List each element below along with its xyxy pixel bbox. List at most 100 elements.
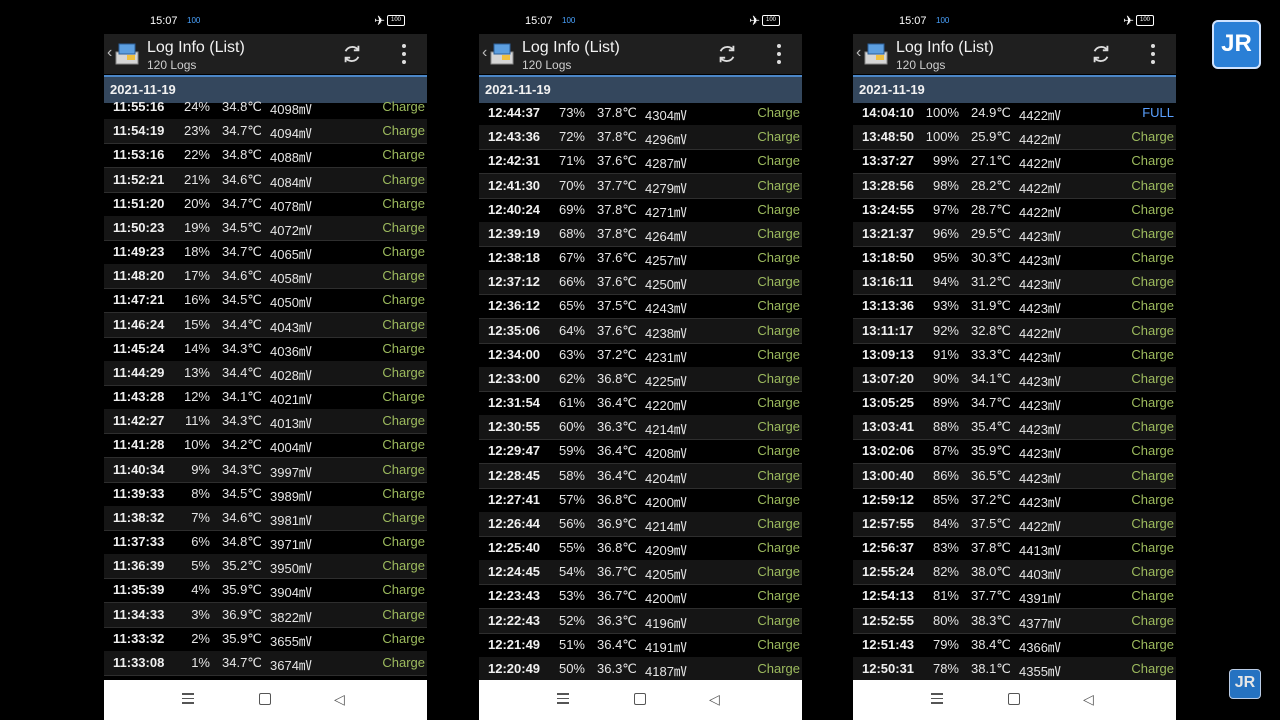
log-row[interactable]: 14:04:10 100% 24.9℃ 4422㎷ FULL — [853, 101, 1176, 126]
log-row[interactable]: 11:43:28 12% 34.1℃ 4021㎷ Charge — [104, 385, 427, 410]
recent-apps-icon[interactable] — [931, 693, 943, 705]
log-row[interactable]: 12:37:12 66% 37.6℃ 4250㎷ Charge — [479, 270, 802, 296]
log-row[interactable]: 11:46:24 15% 34.4℃ 4043㎷ Charge — [104, 312, 427, 338]
refresh-icon[interactable] — [1090, 43, 1112, 65]
log-row[interactable]: 12:34:00 63% 37.2℃ 4231㎷ Charge — [479, 343, 802, 368]
log-row[interactable]: 11:49:23 18% 34.7℃ 4065㎷ Charge — [104, 240, 427, 265]
refresh-icon[interactable] — [716, 43, 738, 65]
log-row[interactable]: 12:26:44 56% 36.9℃ 4214㎷ Charge — [479, 511, 802, 537]
home-icon[interactable] — [634, 693, 646, 705]
log-row[interactable]: 13:02:06 87% 35.9℃ 4423㎷ Charge — [853, 439, 1176, 465]
log-row[interactable]: 12:23:43 53% 36.7℃ 4200㎷ Charge — [479, 584, 802, 610]
log-row[interactable]: 13:18:50 95% 30.3℃ 4423㎷ Charge — [853, 246, 1176, 271]
log-row[interactable]: 11:45:24 14% 34.3℃ 4036㎷ Charge — [104, 337, 427, 362]
log-row[interactable]: 11:54:19 23% 34.7℃ 4094㎷ Charge — [104, 119, 427, 145]
home-icon[interactable] — [259, 693, 271, 705]
log-row[interactable]: 11:50:23 19% 34.5℃ 4072㎷ Charge — [104, 215, 427, 241]
log-row[interactable]: 12:44:37 73% 37.8℃ 4304㎷ Charge — [479, 101, 802, 126]
back-chevron-icon[interactable]: ‹ — [482, 44, 487, 62]
log-row[interactable]: 12:41:30 70% 37.7℃ 4279㎷ Charge — [479, 173, 802, 199]
home-icon[interactable] — [1008, 693, 1020, 705]
refresh-icon[interactable] — [341, 43, 363, 65]
log-row[interactable]: 12:28:45 58% 36.4℃ 4204㎷ Charge — [479, 463, 802, 489]
log-row[interactable]: 11:40:34 9% 34.3℃ 3997㎷ Charge — [104, 457, 427, 483]
log-row[interactable]: 12:56:37 83% 37.8℃ 4413㎷ Charge — [853, 536, 1176, 562]
back-icon[interactable]: ◁ — [1083, 691, 1094, 708]
log-row[interactable]: 12:27:41 57% 36.8℃ 4200㎷ Charge — [479, 488, 802, 513]
log-row[interactable]: 13:16:11 94% 31.2℃ 4423㎷ Charge — [853, 270, 1176, 296]
more-options-icon[interactable] — [401, 44, 407, 64]
log-row[interactable]: 11:33:08 1% 34.7℃ 3674㎷ Charge — [104, 650, 427, 676]
log-row[interactable]: 12:59:12 85% 37.2℃ 4423㎷ Charge — [853, 488, 1176, 513]
log-row[interactable]: 13:07:20 90% 34.1℃ 4423㎷ Charge — [853, 366, 1176, 392]
log-row[interactable]: 12:25:40 55% 36.8℃ 4209㎷ Charge — [479, 536, 802, 562]
log-row[interactable]: 13:13:36 93% 31.9℃ 4423㎷ Charge — [853, 294, 1176, 320]
log-row[interactable]: 12:39:19 68% 37.8℃ 4264㎷ Charge — [479, 221, 802, 247]
back-icon[interactable]: ◁ — [709, 691, 720, 708]
log-row[interactable]: 11:47:21 16% 34.5℃ 4050㎷ Charge — [104, 288, 427, 314]
back-chevron-icon[interactable]: ‹ — [107, 44, 112, 62]
log-row[interactable]: 12:57:55 84% 37.5℃ 4422㎷ Charge — [853, 511, 1176, 537]
log-row[interactable]: 13:00:40 86% 36.5℃ 4423㎷ Charge — [853, 463, 1176, 489]
log-row[interactable]: 12:21:49 51% 36.4℃ 4191㎷ Charge — [479, 633, 802, 658]
log-row[interactable]: 11:38:32 7% 34.6℃ 3981㎷ Charge — [104, 505, 427, 531]
log-row[interactable]: 11:42:27 11% 34.3℃ 4013㎷ Charge — [104, 409, 427, 435]
log-row[interactable]: 12:30:55 60% 36.3℃ 4214㎷ Charge — [479, 415, 802, 441]
log-row[interactable]: 11:41:28 10% 34.2℃ 4004㎷ Charge — [104, 433, 427, 459]
log-row[interactable]: 11:55:16 24% 34.8℃ 4098㎷ Charge — [104, 101, 427, 120]
log-row[interactable]: 11:33:32 2% 35.9℃ 3655㎷ Charge — [104, 627, 427, 652]
back-icon[interactable]: ◁ — [334, 691, 345, 708]
app-icon[interactable] — [113, 40, 141, 68]
recent-apps-icon[interactable] — [557, 693, 569, 705]
log-row[interactable]: 12:43:36 72% 37.8℃ 4296㎷ Charge — [479, 125, 802, 151]
log-row[interactable]: 11:52:21 21% 34.6℃ 4084㎷ Charge — [104, 167, 427, 193]
more-options-icon[interactable] — [1150, 44, 1156, 64]
log-row[interactable]: 12:24:45 54% 36.7℃ 4205㎷ Charge — [479, 560, 802, 586]
log-row[interactable]: 11:35:39 4% 35.9℃ 3904㎷ Charge — [104, 578, 427, 604]
log-list[interactable]: 12:44:37 73% 37.8℃ 4304㎷ Charge 12:43:36 72% 37… — [479, 101, 802, 680]
log-row[interactable]: 12:50:31 78% 38.1℃ 4355㎷ Charge — [853, 656, 1176, 680]
log-row[interactable]: 12:29:47 59% 36.4℃ 4208㎷ Charge — [479, 439, 802, 465]
app-bar: ‹ Log Info (List) 120 Logs — [104, 34, 427, 74]
log-row[interactable]: 12:38:18 67% 37.6℃ 4257㎷ Charge — [479, 246, 802, 271]
log-row[interactable]: 13:21:37 96% 29.5℃ 4423㎷ Charge — [853, 221, 1176, 247]
log-row[interactable]: 12:35:06 64% 37.6℃ 4238㎷ Charge — [479, 318, 802, 344]
more-options-icon[interactable] — [776, 44, 782, 64]
recent-apps-icon[interactable] — [182, 693, 194, 705]
log-row[interactable]: 12:54:13 81% 37.7℃ 4391㎷ Charge — [853, 584, 1176, 610]
log-row[interactable]: 13:11:17 92% 32.8℃ 4422㎷ Charge — [853, 318, 1176, 344]
back-chevron-icon[interactable]: ‹ — [856, 44, 861, 62]
log-row[interactable]: 13:09:13 91% 33.3℃ 4423㎷ Charge — [853, 343, 1176, 368]
log-row[interactable]: 12:36:12 65% 37.5℃ 4243㎷ Charge — [479, 294, 802, 320]
log-row[interactable]: 13:24:55 97% 28.7℃ 4422㎷ Charge — [853, 198, 1176, 223]
log-row[interactable]: 12:31:54 61% 36.4℃ 4220㎷ Charge — [479, 391, 802, 416]
log-row[interactable]: 12:33:00 62% 36.8℃ 4225㎷ Charge — [479, 366, 802, 392]
log-row[interactable]: 12:40:24 69% 37.8℃ 4271㎷ Charge — [479, 198, 802, 223]
log-row[interactable]: 13:05:25 89% 34.7℃ 4423㎷ Charge — [853, 391, 1176, 416]
app-icon[interactable] — [488, 40, 516, 68]
log-list[interactable]: 11:55:16 24% 34.8℃ 4098㎷ Charge 11:54:19 23% 34… — [104, 101, 427, 680]
log-row[interactable]: 11:37:33 6% 34.8℃ 3971㎷ Charge — [104, 530, 427, 556]
log-row[interactable]: 12:22:43 52% 36.3℃ 4196㎷ Charge — [479, 608, 802, 634]
log-voltage: 4200㎷ — [645, 494, 687, 510]
log-row[interactable]: 11:44:29 13% 34.4℃ 4028㎷ Charge — [104, 360, 427, 386]
app-icon[interactable] — [862, 40, 890, 68]
log-row[interactable]: 11:53:16 22% 34.8℃ 4088㎷ Charge — [104, 143, 427, 169]
log-row[interactable]: 11:36:39 5% 35.2℃ 3950㎷ Charge — [104, 554, 427, 580]
log-temperature: 34.3℃ — [222, 340, 262, 356]
log-row[interactable]: 11:48:20 17% 34.6℃ 4058㎷ Charge — [104, 264, 427, 290]
log-row[interactable]: 12:52:55 80% 38.3℃ 4377㎷ Charge — [853, 608, 1176, 634]
log-row[interactable]: 13:28:56 98% 28.2℃ 4422㎷ Charge — [853, 173, 1176, 199]
log-row[interactable]: 12:51:43 79% 38.4℃ 4366㎷ Charge — [853, 633, 1176, 658]
log-row[interactable]: 11:34:33 3% 36.9℃ 3822㎷ Charge — [104, 602, 427, 628]
log-row[interactable]: 13:48:50 100% 25.9℃ 4422㎷ Charge — [853, 125, 1176, 151]
log-row[interactable]: 12:55:24 82% 38.0℃ 4403㎷ Charge — [853, 560, 1176, 586]
log-row[interactable]: 13:37:27 99% 27.1℃ 4422㎷ Charge — [853, 149, 1176, 175]
log-row[interactable]: 11:39:33 8% 34.5℃ 3989㎷ Charge — [104, 482, 427, 507]
log-row[interactable]: 12:42:31 71% 37.6℃ 4287㎷ Charge — [479, 149, 802, 175]
log-row[interactable]: 12:20:49 50% 36.3℃ 4187㎷ Charge — [479, 656, 802, 680]
log-row[interactable]: 11:51:20 20% 34.7℃ 4078㎷ Charge — [104, 192, 427, 217]
log-list[interactable]: 14:04:10 100% 24.9℃ 4422㎷ FULL 13:48:50 100% 25… — [853, 101, 1176, 680]
log-time: 11:52:21 — [113, 171, 165, 187]
log-row[interactable]: 13:03:41 88% 35.4℃ 4423㎷ Charge — [853, 415, 1176, 441]
